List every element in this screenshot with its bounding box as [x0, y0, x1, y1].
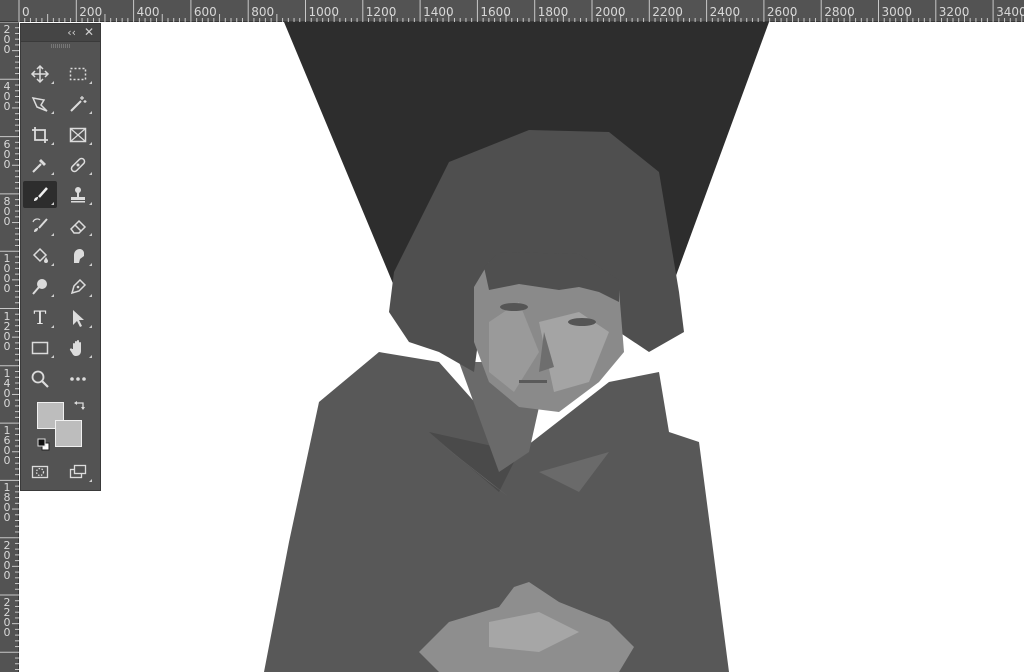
bandage-icon [70, 157, 86, 172]
ruler-label-left: 200 [3, 23, 11, 56]
ruler-label-top: 1600 [480, 5, 511, 19]
zoom-icon [31, 370, 49, 388]
magic-wand-icon [70, 95, 87, 112]
eyedropper-tool[interactable] [23, 151, 57, 178]
background-color-swatch[interactable] [55, 420, 82, 447]
ruler-label-left: 800 [3, 194, 11, 228]
panel-grip[interactable] [51, 44, 71, 48]
ruler-label-left: 2200 [3, 596, 11, 639]
ruler-label-top: 3000 [881, 5, 913, 19]
brush-tool[interactable] [23, 181, 57, 208]
close-panel-button[interactable]: ✕ [84, 25, 94, 39]
rectangle-tool[interactable] [23, 334, 57, 361]
type-tool[interactable]: T [23, 304, 57, 331]
ruler-label-top: 2200 [652, 5, 683, 19]
ruler-label-top: 2000 [595, 5, 626, 19]
dodge-tool[interactable] [23, 273, 57, 300]
eraser-icon [70, 219, 87, 234]
brush-icon [34, 186, 48, 201]
smudge-tool[interactable] [61, 242, 95, 269]
ruler-label-top: 0 [22, 5, 30, 19]
type-icon: T [33, 306, 47, 329]
swap-colors-icon[interactable] [73, 400, 87, 414]
ruler-label-left: 1000 [3, 252, 11, 296]
artwork-portrait [264, 22, 769, 672]
collapse-panel-button[interactable]: ‹‹ [67, 26, 76, 39]
horizontal-ruler[interactable]: 0 200 400 600 800 1000 1200 1400 1600 1800 2000 220… [0, 0, 1024, 22]
frame-tool[interactable] [61, 121, 95, 148]
zoom-tool[interactable] [23, 365, 57, 392]
stamp-icon [71, 186, 85, 202]
quick-mask-button[interactable] [23, 458, 57, 485]
arrow-icon [73, 309, 84, 327]
paint-bucket-icon [32, 247, 48, 263]
eyedropper-icon [32, 158, 46, 173]
tools-panel: ‹‹ ✕ T [20, 23, 101, 491]
screen-mode-button[interactable] [61, 458, 95, 485]
ruler-label-left: 400 [3, 80, 11, 114]
ruler-label-left: 2000 [3, 538, 11, 582]
ruler-label-top: 1200 [365, 5, 397, 19]
ellipsis-icon [70, 376, 86, 381]
tools-panel-header[interactable]: ‹‹ ✕ [21, 24, 100, 42]
marquee-icon [69, 67, 87, 80]
quick-mask-icon [31, 465, 49, 478]
crop-icon [32, 126, 48, 143]
rectangular-marquee-tool[interactable] [61, 60, 95, 87]
pen-tool[interactable] [61, 273, 95, 300]
ruler-label-left: 1600 [3, 424, 11, 468]
ruler-label-top: 1800 [537, 5, 569, 19]
ruler-label-top: 1000 [308, 5, 340, 19]
screen-mode-icon [69, 464, 87, 478]
move-tool[interactable] [23, 60, 57, 87]
move-icon [30, 64, 50, 83]
ruler-label-top: 600 [193, 5, 217, 19]
path-selection-tool[interactable] [61, 304, 95, 331]
magic-wand-tool[interactable] [61, 90, 95, 117]
smudge-icon [74, 248, 84, 263]
hand-tool[interactable] [61, 334, 95, 361]
frame-icon [69, 127, 87, 142]
ruler-label-top: 200 [79, 5, 103, 19]
ruler-label-top: 3400 [996, 5, 1024, 19]
ruler-label-top: 3200 [938, 5, 970, 19]
pen-icon [70, 278, 87, 294]
more-tools[interactable] [61, 365, 95, 392]
ruler-label-top: 2600 [766, 5, 798, 19]
history-brush-tool[interactable] [23, 212, 57, 239]
rectangle-icon [31, 341, 49, 354]
ruler-label-top: 2400 [709, 5, 741, 19]
healing-brush-tool[interactable] [61, 151, 95, 178]
document-canvas[interactable] [19, 22, 1024, 672]
lasso-tool[interactable] [23, 90, 57, 117]
ruler-label-top: 800 [251, 5, 275, 19]
ruler-label-left: 600 [3, 137, 11, 171]
dodge-icon [32, 278, 47, 295]
ruler-label-top: 2800 [824, 5, 855, 19]
ruler-label-top: 400 [136, 5, 160, 19]
paint-bucket-tool[interactable] [23, 242, 57, 269]
crop-tool[interactable] [23, 121, 57, 148]
hand-icon [69, 339, 81, 356]
vertical-ruler[interactable]: 200 400 600 800 1000 1200 1400 1600 1800 2000 2200 [0, 22, 19, 672]
ruler-label-top: 1400 [423, 5, 454, 19]
default-colors-icon[interactable] [37, 438, 51, 452]
ruler-label-left: 1400 [3, 366, 11, 410]
ruler-label-left: 1200 [3, 309, 11, 353]
clone-stamp-tool[interactable] [61, 181, 95, 208]
polygonal-lasso-icon [31, 96, 48, 112]
ruler-label-left: 1800 [3, 481, 11, 525]
eraser-tool[interactable] [61, 212, 95, 239]
history-brush-icon [32, 217, 48, 232]
